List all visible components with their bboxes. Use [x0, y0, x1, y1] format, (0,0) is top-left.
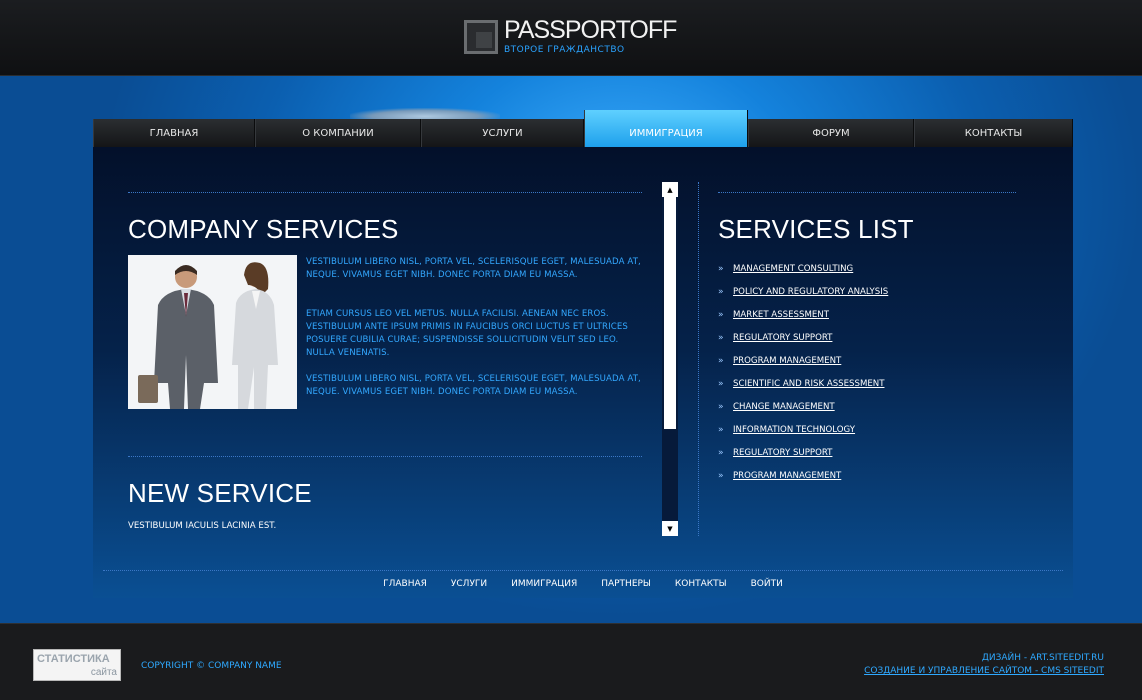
footer-link-immigration[interactable]: ИММИГРАЦИЯ	[511, 579, 577, 589]
list-item: » Policy and regulatory analysis	[718, 280, 1038, 303]
nav-item-about[interactable]: О КОМПАНИИ	[255, 119, 421, 147]
bottom-bar: СТАТИСТИКА сайта COPYRIGHT © COMPANY NAM…	[0, 623, 1142, 700]
divider	[128, 192, 642, 193]
service-link[interactable]: Information technology	[733, 425, 855, 435]
double-chevron-icon: »	[718, 378, 724, 389]
service-link[interactable]: Scientific and risk assessment	[733, 379, 884, 389]
logo[interactable]: PASSPORTOFF ВТОРОЕ ГРАЖДАНСТВО	[464, 16, 677, 58]
scroll-thumb[interactable]	[664, 197, 676, 429]
company-paragraph-1: Vestibulum libero nisl, porta vel, scele…	[306, 257, 641, 280]
list-item: » Market assessment	[718, 303, 1038, 326]
list-item: » Information technology	[718, 418, 1038, 441]
stat-subtitle: сайта	[90, 667, 117, 678]
double-chevron-icon: »	[718, 470, 724, 481]
new-service-text: Vestibulum iaculis lacinia est.	[128, 521, 277, 531]
nav-item-home[interactable]: ГЛАВНАЯ	[93, 119, 255, 147]
double-chevron-icon: »	[718, 332, 724, 343]
footer-link-contacts[interactable]: КОНТАКТЫ	[675, 579, 727, 589]
service-link[interactable]: Management consulting	[733, 264, 853, 274]
footer-nav: ГЛАВНАЯ УСЛУГИ ИММИГРАЦИЯ ПАРТНЕРЫ КОНТА…	[103, 570, 1063, 598]
stat-title: СТАТИСТИКА	[37, 653, 110, 665]
nav-item-services[interactable]: УСЛУГИ	[421, 119, 584, 147]
site-header: PASSPORTOFF ВТОРОЕ ГРАЖДАНСТВО	[0, 0, 1142, 76]
company-services-title: COMPANY SERVICES	[128, 214, 399, 244]
footer-link-login[interactable]: ВОЙТИ	[751, 579, 783, 589]
logo-title: PASSPORTOFF	[504, 16, 677, 44]
double-chevron-icon: »	[718, 309, 724, 320]
logo-subtitle: ВТОРОЕ ГРАЖДАНСТВО	[504, 45, 625, 55]
cms-credit-link[interactable]: СОЗДАНИЕ И УПРАВЛЕНИЕ САЙТОМ - CMS SITEE…	[864, 665, 1104, 678]
content-panel: COMPANY SERVICES Vestibulum libero nisl,…	[93, 147, 1073, 598]
design-credit-link[interactable]: ДИЗАЙН - ART.SITEEDIT.RU	[864, 652, 1104, 665]
service-link[interactable]: Program management	[733, 356, 841, 366]
copyright-text: COPYRIGHT © COMPANY NAME	[141, 661, 282, 671]
divider	[718, 192, 1016, 193]
double-chevron-icon: »	[718, 401, 724, 412]
business-people-photo	[128, 255, 297, 409]
list-item: » Change management	[718, 395, 1038, 418]
nav-item-contacts[interactable]: КОНТАКТЫ	[914, 119, 1073, 147]
list-item: » Program management	[718, 464, 1038, 487]
column-divider	[698, 182, 699, 536]
divider	[128, 456, 642, 457]
list-item: » Scientific and risk assessment	[718, 372, 1038, 395]
scroll-down-button[interactable]: ▼	[662, 521, 678, 536]
double-chevron-icon: »	[718, 263, 724, 274]
double-chevron-icon: »	[718, 286, 724, 297]
list-item: » Management consulting	[718, 257, 1038, 280]
footer-link-partners[interactable]: ПАРТНЕРЫ	[601, 579, 651, 589]
service-link[interactable]: Policy and regulatory analysis	[733, 287, 888, 297]
service-link[interactable]: Program management	[733, 471, 841, 481]
footer-link-home[interactable]: ГЛАВНАЯ	[383, 579, 427, 589]
service-link[interactable]: Market assessment	[733, 310, 829, 320]
footer-link-services[interactable]: УСЛУГИ	[451, 579, 487, 589]
nav-item-immigration[interactable]: ИММИГРАЦИЯ	[584, 110, 748, 147]
main-nav: ГЛАВНАЯ О КОМПАНИИ УСЛУГИ ИММИГРАЦИЯ ФОР…	[93, 110, 1073, 147]
double-chevron-icon: »	[718, 424, 724, 435]
logo-mark-icon	[464, 20, 498, 54]
company-paragraph-2: Etiam cursus leo vel metus. Nulla facili…	[306, 309, 628, 358]
new-service-title: NEW SERVICE	[128, 478, 312, 508]
content-scrollbar[interactable]: ▲ ▼	[662, 182, 678, 536]
list-item: » Regulatory support	[718, 441, 1038, 464]
statistics-counter-badge[interactable]: СТАТИСТИКА сайта	[33, 649, 121, 681]
list-item: » Regulatory support	[718, 326, 1038, 349]
nav-item-forum[interactable]: ФОРУМ	[748, 119, 914, 147]
scroll-up-button[interactable]: ▲	[662, 182, 678, 197]
service-link[interactable]: Regulatory support	[733, 333, 832, 343]
double-chevron-icon: »	[718, 355, 724, 366]
service-link[interactable]: Regulatory support	[733, 448, 832, 458]
list-item: » Program management	[718, 349, 1038, 372]
services-list: » Management consulting » Policy and regul…	[718, 257, 1038, 487]
double-chevron-icon: »	[718, 447, 724, 458]
services-list-title: SERVICES LIST	[718, 214, 914, 244]
service-link[interactable]: Change management	[733, 402, 835, 412]
company-paragraph-3: Vestibulum libero nisl, porta vel, scele…	[306, 374, 641, 397]
credits: ДИЗАЙН - ART.SITEEDIT.RU СОЗДАНИЕ И УПРА…	[864, 652, 1104, 678]
